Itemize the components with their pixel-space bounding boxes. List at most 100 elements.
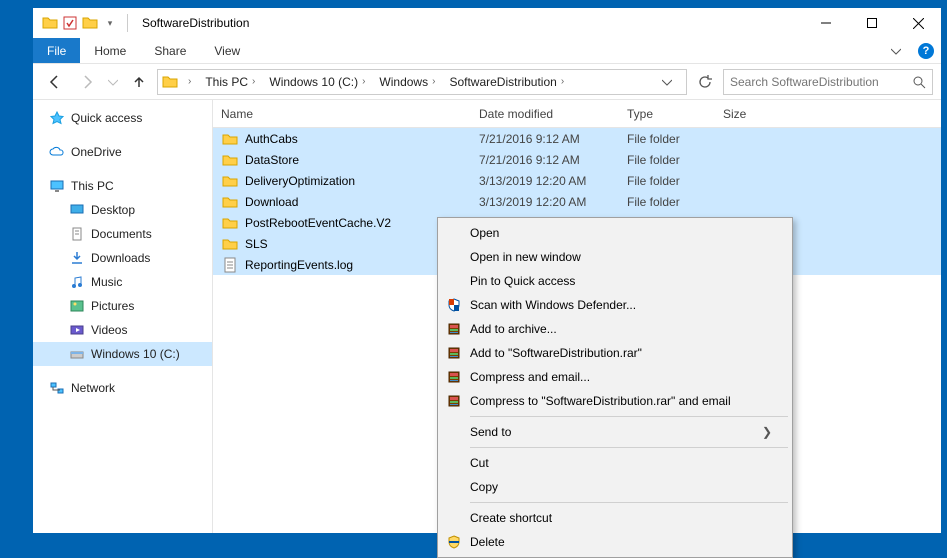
file-type: File folder [627,153,723,167]
tab-share[interactable]: Share [140,38,200,63]
file-date: 7/21/2016 9:12 AM [479,132,627,146]
nav-network[interactable]: Network [33,376,212,400]
search-box[interactable] [723,69,933,95]
help-button[interactable]: ? [911,38,941,63]
cm-send-to[interactable]: Send to❯ [440,420,790,444]
drive-icon [69,346,85,362]
videos-icon [69,322,85,338]
cloud-icon [49,144,65,160]
folder-icon [221,172,239,190]
nav-documents[interactable]: Documents [33,222,212,246]
cm-copy[interactable]: Copy [440,475,790,499]
ribbon-tabs: File Home Share View ? [33,38,941,64]
cm-compress-rar-email[interactable]: Compress to "SoftwareDistribution.rar" a… [440,389,790,413]
file-date: 3/13/2019 12:20 AM [479,195,627,209]
breadcrumb[interactable]: This PC› [201,75,263,89]
shield-delete-icon [446,534,462,550]
folder-icon [221,193,239,211]
column-name[interactable]: Name [221,107,479,121]
file-row[interactable]: AuthCabs7/21/2016 9:12 AMFile folder [213,128,941,149]
folder-icon [221,214,239,232]
cm-compress-email[interactable]: Compress and email... [440,365,790,389]
rar-icon [446,393,462,409]
cm-add-rar[interactable]: Add to "SoftwareDistribution.rar" [440,341,790,365]
ribbon-expand-icon[interactable] [881,38,911,63]
nav-desktop[interactable]: Desktop [33,198,212,222]
navigation-pane: Quick access OneDrive This PC Desktop Do… [33,100,213,533]
pc-icon [49,178,65,194]
search-icon[interactable] [912,75,926,89]
nav-this-pc[interactable]: This PC [33,174,212,198]
file-row[interactable]: Download3/13/2019 12:20 AMFile folder [213,191,941,212]
cm-open-new-window[interactable]: Open in new window [440,245,790,269]
forward-button[interactable] [73,68,101,96]
file-name: Download [245,195,479,209]
column-headers: Name Date modified Type Size [213,100,941,128]
folder-icon [221,130,239,148]
file-type: File folder [627,174,723,188]
cm-separator [470,502,788,503]
cm-pin-quick-access[interactable]: Pin to Quick access [440,269,790,293]
breadcrumb-chevron[interactable]: › [180,76,199,87]
documents-icon [69,226,85,242]
file-type: File folder [627,132,723,146]
up-button[interactable] [125,68,153,96]
address-box[interactable]: › This PC› Windows 10 (C:)› Windows› Sof… [157,69,687,95]
address-dropdown-icon[interactable] [662,77,682,87]
folder-icon [221,235,239,253]
tab-home[interactable]: Home [80,38,140,63]
breadcrumb[interactable]: Windows› [375,75,443,89]
search-input[interactable] [730,75,912,89]
titlebar: ▾ SoftwareDistribution [33,8,941,38]
rar-icon [446,321,462,337]
qat-button-2[interactable] [81,14,99,32]
breadcrumb[interactable]: SoftwareDistribution› [445,75,572,89]
back-button[interactable] [41,68,69,96]
tab-file[interactable]: File [33,38,80,63]
file-row[interactable]: DataStore7/21/2016 9:12 AMFile folder [213,149,941,170]
window-title: SoftwareDistribution [142,16,249,30]
file-row[interactable]: DeliveryOptimization3/13/2019 12:20 AMFi… [213,170,941,191]
column-size[interactable]: Size [723,107,793,121]
star-icon [49,110,65,126]
file-date: 7/21/2016 9:12 AM [479,153,627,167]
folder-icon [41,14,59,32]
cm-create-shortcut[interactable]: Create shortcut [440,506,790,530]
file-name: DataStore [245,153,479,167]
folder-icon [221,151,239,169]
pictures-icon [69,298,85,314]
maximize-button[interactable] [849,8,895,38]
nav-cdrive[interactable]: Windows 10 (C:) [33,342,212,366]
cm-open[interactable]: Open [440,221,790,245]
cm-add-archive[interactable]: Add to archive... [440,317,790,341]
shield-icon [446,297,462,313]
file-icon [221,256,239,274]
nav-onedrive[interactable]: OneDrive [33,140,212,164]
network-icon [49,380,65,396]
recent-dropdown-icon[interactable] [105,68,121,96]
nav-videos[interactable]: Videos [33,318,212,342]
column-type[interactable]: Type [627,107,723,121]
file-name: AuthCabs [245,132,479,146]
cm-scan-defender[interactable]: Scan with Windows Defender... [440,293,790,317]
cm-cut[interactable]: Cut [440,451,790,475]
rar-icon [446,369,462,385]
tab-view[interactable]: View [200,38,254,63]
file-name: DeliveryOptimization [245,174,479,188]
nav-music[interactable]: Music [33,270,212,294]
refresh-button[interactable] [691,69,719,95]
nav-downloads[interactable]: Downloads [33,246,212,270]
downloads-icon [69,250,85,266]
close-button[interactable] [895,8,941,38]
qat-dropdown-icon[interactable]: ▾ [101,14,119,32]
qat-button-1[interactable] [61,14,79,32]
nav-pictures[interactable]: Pictures [33,294,212,318]
cm-separator [470,416,788,417]
nav-quick-access[interactable]: Quick access [33,106,212,130]
address-bar: › This PC› Windows 10 (C:)› Windows› Sof… [33,64,941,100]
desktop-icon [69,202,85,218]
column-date[interactable]: Date modified [479,107,627,121]
breadcrumb[interactable]: Windows 10 (C:)› [265,75,373,89]
minimize-button[interactable] [803,8,849,38]
chevron-right-icon: ❯ [762,425,772,439]
